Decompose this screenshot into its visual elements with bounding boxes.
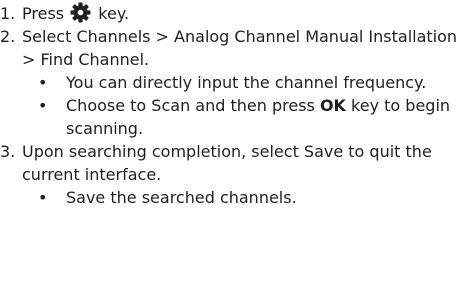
step-text: Select Channels > Analog Channel Manual …: [22, 27, 458, 69]
step-text-after-icon: key.: [98, 4, 130, 23]
step-3-bullets: • Save the searched channels.: [0, 186, 460, 209]
step-text-before-icon: Press: [22, 4, 65, 23]
bullet-item: • Choose to Scan and then press OK key t…: [0, 94, 460, 140]
step-number: 2.: [0, 27, 16, 46]
step-text: Press key.: [22, 2, 460, 25]
step-2: 2. Select Channels > Analog Channel Manu…: [0, 25, 460, 71]
ok-key-label: OK: [319, 96, 346, 115]
bullet-item: • You can directly input the channel fre…: [0, 71, 460, 94]
gear-icon: [70, 2, 91, 23]
step-3: 3. Upon searching completion, select Sav…: [0, 140, 460, 186]
step-text: Upon searching completion, select Save t…: [22, 142, 432, 184]
step-number: 1.: [0, 4, 16, 23]
bullet-text: Save the searched channels.: [66, 188, 297, 207]
bullet-item: • Save the searched channels.: [0, 186, 460, 209]
instruction-list: 1. Press key. 2. Select Channels > Analo…: [0, 2, 460, 209]
bullet-dot: •: [38, 96, 48, 115]
bullet-text: You can directly input the channel frequ…: [66, 73, 427, 92]
bullet-dot: •: [38, 188, 48, 207]
bullet-dot: •: [38, 73, 48, 92]
step-2-bullets: • You can directly input the channel fre…: [0, 71, 460, 140]
bullet-text-before: Choose to Scan and then press: [66, 96, 315, 115]
step-1: 1. Press key.: [0, 2, 460, 25]
step-number: 3.: [0, 142, 16, 161]
